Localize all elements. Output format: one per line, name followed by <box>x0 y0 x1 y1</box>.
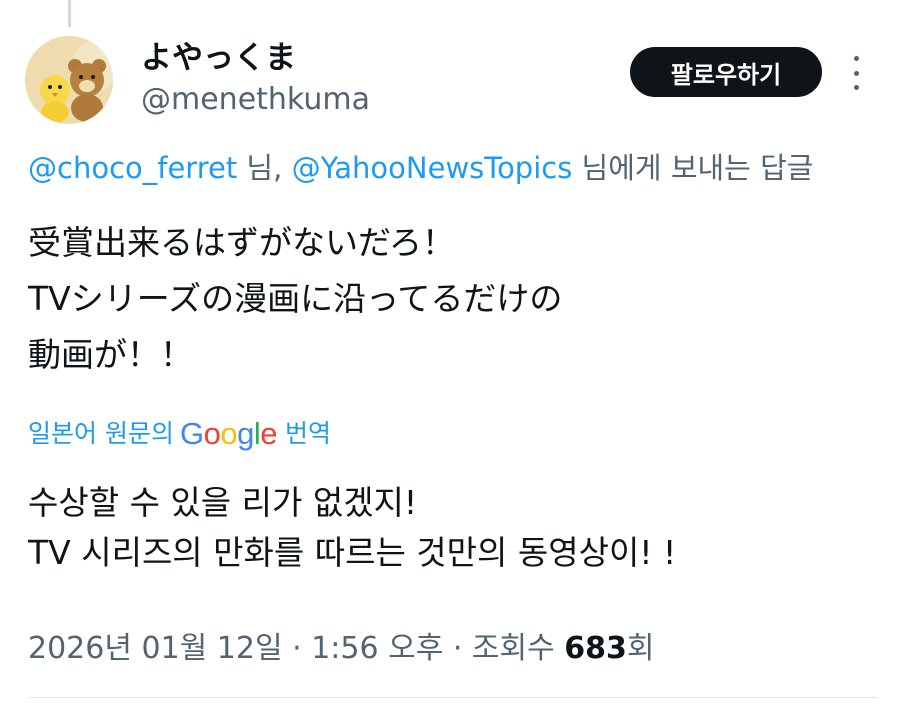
meta-separator: · <box>443 631 472 666</box>
reply-suffix: 님에게 보내는 답글 <box>572 151 814 185</box>
views-suffix: 회 <box>626 631 655 666</box>
tweet-line: TVシリーズの漫画に沿ってるだけの <box>28 279 563 318</box>
translate-suffix: 번역 <box>284 419 331 448</box>
translated-text: 수상할 수 있을 리가 없겠지! TV 시리즈의 만화를 따르는 것만의 동영상… <box>28 478 888 578</box>
tweet-date[interactable]: 2026년 01월 12일 <box>28 631 283 666</box>
translated-line: TV 시리즈의 만화를 따르는 것만의 동영상이! ! <box>28 533 677 572</box>
mention-link-yahoonewstopics[interactable]: @YahooNewsTopics <box>292 151 573 185</box>
thread-line <box>68 0 71 27</box>
bear-and-chick-plush-avatar <box>25 36 113 124</box>
tweet-line: 受賞出来るはずがないだろ！ <box>28 223 456 262</box>
translate-attribution[interactable]: 일본어 원문의 Google 번역 <box>28 416 331 452</box>
reply-separator: 님, <box>237 151 292 185</box>
views-count: 683 <box>564 631 627 666</box>
follow-button[interactable]: 팔로우하기 <box>630 47 822 97</box>
dot <box>853 70 859 76</box>
mention-link-choco-ferret[interactable]: @choco_ferret <box>28 151 237 185</box>
tweet-time[interactable]: 1:56 오후 <box>311 631 443 666</box>
tweet-metadata: 2026년 01월 12일 · 1:56 오후 · 조회수 683회 <box>28 627 654 671</box>
google-logo: Google <box>179 416 278 451</box>
translated-line: 수상할 수 있을 리가 없겠지! <box>28 483 418 522</box>
reply-context: @choco_ferret 님, @YahooNewsTopics 님에게 보내… <box>28 149 900 187</box>
dot <box>853 56 859 61</box>
tweet-line: 動画が！！ <box>28 335 193 374</box>
user-handle[interactable]: @menethkuma <box>141 81 370 119</box>
display-name[interactable]: よやっくま <box>141 38 296 78</box>
tweet-text: 受賞出来るはずがないだろ！ TVシリーズの漫画に沿ってるだけの 動画が！！ <box>28 215 878 383</box>
divider <box>28 697 878 698</box>
meta-separator: · <box>282 631 312 666</box>
avatar[interactable] <box>25 36 113 124</box>
views-label: 조회수 <box>471 631 565 666</box>
more-vertical-icon[interactable] <box>846 56 866 90</box>
translate-prefix: 일본어 원문의 <box>28 419 174 448</box>
dot <box>853 85 859 90</box>
